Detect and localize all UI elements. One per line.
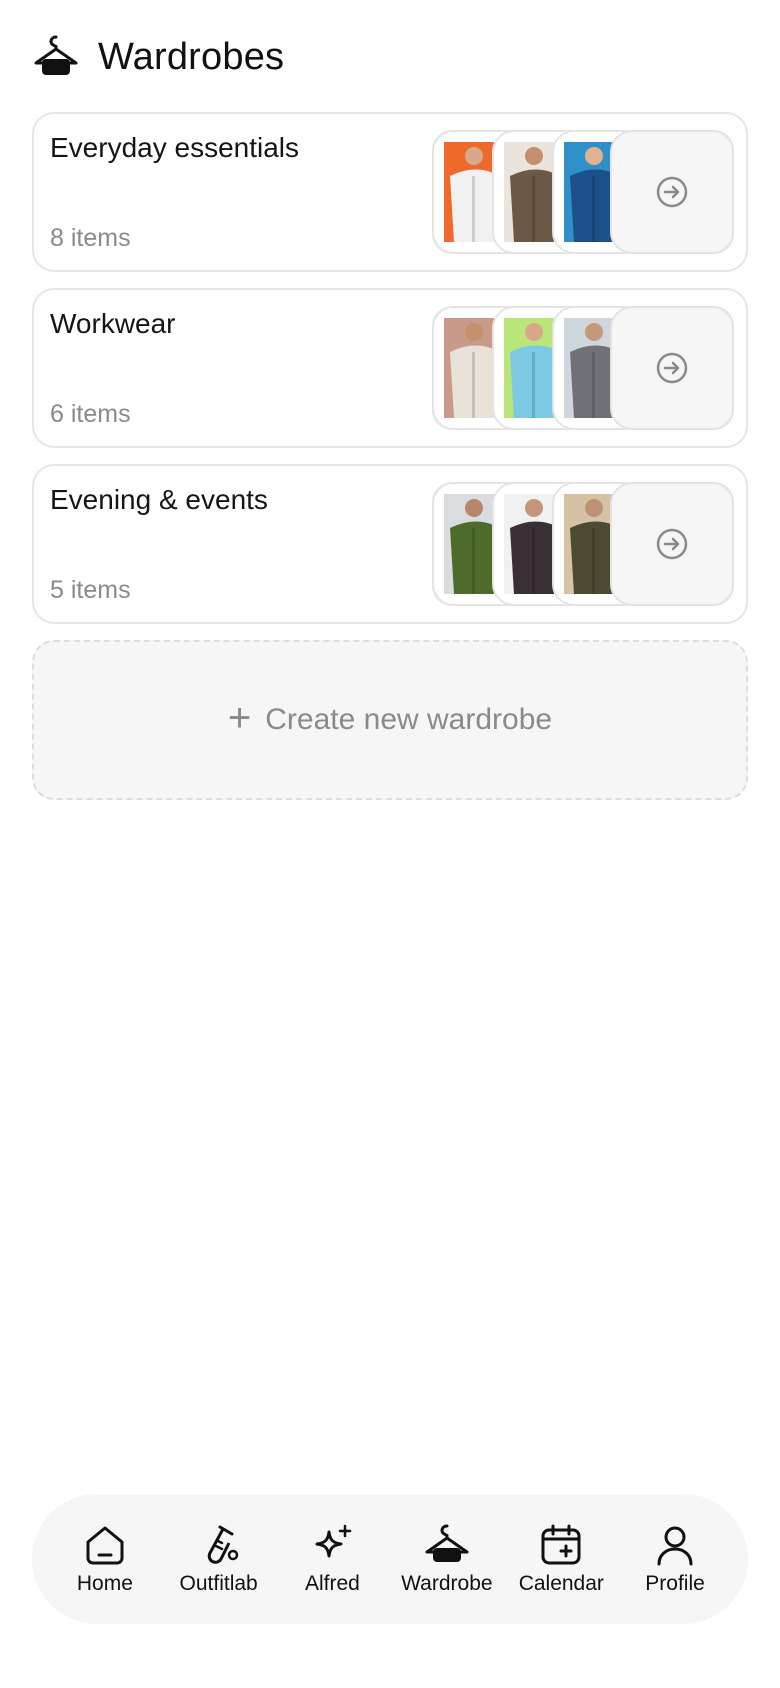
nav-profile[interactable]: Profile <box>630 1522 720 1596</box>
nav-home[interactable]: Home <box>60 1522 150 1596</box>
wardrobe-item-count: 8 items <box>50 224 131 252</box>
wardrobes-screen: Wardrobes Everyday essentials 8 items Wo… <box>0 0 780 1688</box>
nav-label: Outfitlab <box>179 1572 258 1595</box>
nav-alfred[interactable]: Alfred <box>287 1522 377 1596</box>
wardrobe-preview[interactable] <box>432 130 734 254</box>
wardrobe-name: Workwear <box>50 308 176 339</box>
arrow-right-circle-icon <box>656 352 688 384</box>
wardrobe-name: Everyday essentials <box>50 132 300 163</box>
create-wardrobe-button[interactable]: + Create new wardrobe <box>32 640 748 800</box>
create-wardrobe-label: Create new wardrobe <box>265 703 553 736</box>
calendar-plus-icon <box>541 1524 581 1565</box>
nav-label: Home <box>76 1572 133 1595</box>
open-wardrobe-button[interactable] <box>610 132 732 252</box>
bottom-navigation: Home Outfitlab Alfred Wardrobe Calendar … <box>32 1494 748 1624</box>
home-icon <box>86 1526 124 1565</box>
nav-wardrobe[interactable]: Wardrobe <box>401 1522 493 1596</box>
wardrobe-preview[interactable] <box>432 306 734 430</box>
open-wardrobe-button[interactable] <box>610 308 732 428</box>
nav-label: Profile <box>645 1572 705 1595</box>
arrow-right-circle-icon <box>656 528 688 560</box>
arrow-right-circle-icon <box>656 176 688 208</box>
test-tube-icon <box>207 1525 238 1564</box>
page-header: Wardrobes <box>32 30 284 84</box>
hanger-icon <box>34 35 78 75</box>
nav-calendar[interactable]: Calendar <box>516 1522 606 1596</box>
wardrobe-card-everyday-essentials[interactable]: Everyday essentials 8 items <box>32 112 748 272</box>
wardrobe-preview[interactable] <box>432 482 734 606</box>
wardrobe-card-evening-events[interactable]: Evening & events 5 items <box>32 464 748 624</box>
nav-label: Wardrobe <box>401 1572 493 1595</box>
nav-label: Alfred <box>304 1572 360 1595</box>
wardrobe-card-workwear[interactable]: Workwear 6 items <box>32 288 748 448</box>
plus-icon: + <box>227 696 252 740</box>
nav-outfitlab[interactable]: Outfitlab <box>174 1522 264 1596</box>
wardrobe-item-count: 5 items <box>50 576 131 604</box>
nav-label: Calendar <box>518 1572 604 1595</box>
page-title: Wardrobes <box>98 35 285 78</box>
wardrobe-item-count: 6 items <box>50 400 131 428</box>
open-wardrobe-button[interactable] <box>610 484 732 604</box>
wardrobe-name: Evening & events <box>50 484 268 515</box>
user-icon <box>657 1526 693 1566</box>
hanger-icon <box>425 1524 469 1562</box>
sparkles-icon <box>315 1524 352 1558</box>
